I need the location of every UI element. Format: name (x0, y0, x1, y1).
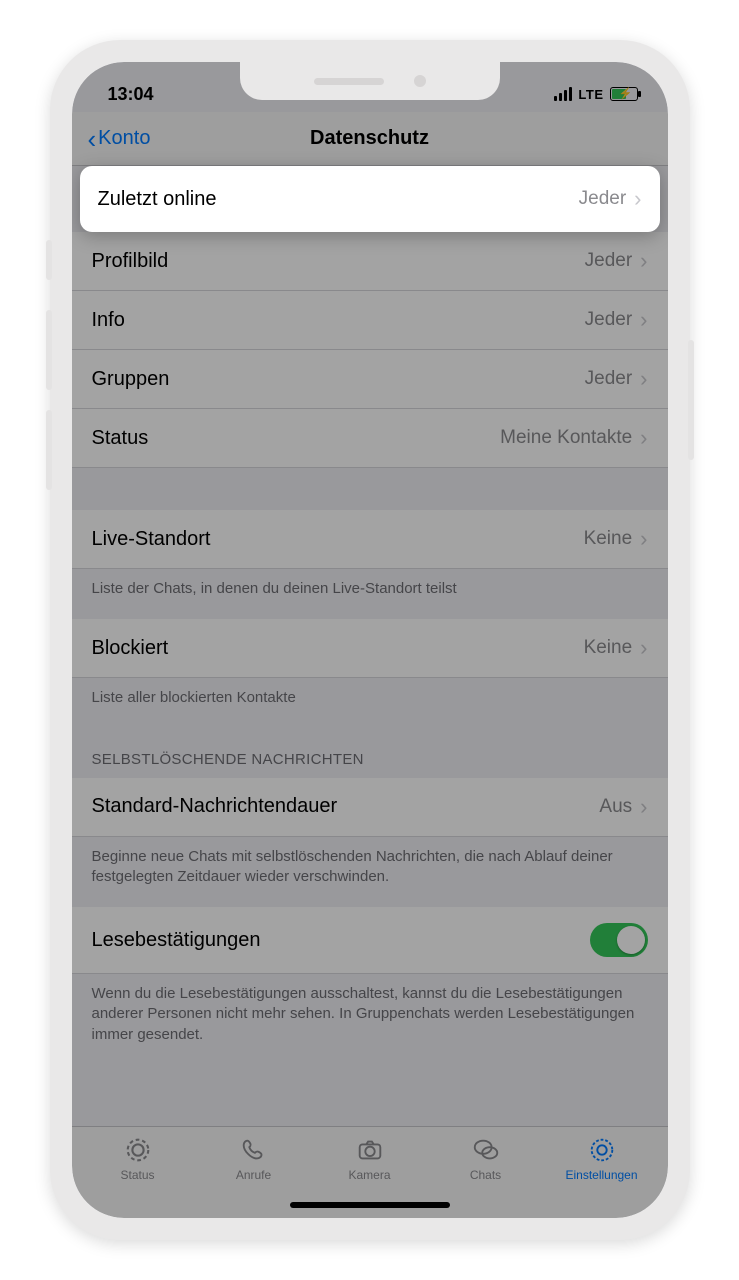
chevron-right-icon: › (640, 425, 647, 451)
row-label: Standard-Nachrichtendauer (92, 795, 338, 818)
battery-icon: ⚡ (610, 87, 638, 101)
row-value: Keine (584, 528, 633, 550)
row-info[interactable]: Info Jeder › (72, 291, 668, 350)
row-blocked[interactable]: Blockiert Keine › (72, 619, 668, 678)
tab-label: Chats (470, 1168, 501, 1182)
read-receipts-toggle[interactable] (590, 923, 648, 957)
tab-label: Status (120, 1168, 154, 1182)
screen: 13:04 LTE ⚡ ‹ Konto Datenschutz Zul (72, 62, 668, 1218)
tab-label: Anrufe (236, 1168, 271, 1182)
row-label: Blockiert (92, 637, 169, 660)
row-value: Jeder (579, 188, 627, 210)
tab-label: Kamera (348, 1168, 390, 1182)
row-groups[interactable]: Gruppen Jeder › (72, 350, 668, 409)
volume-down-button (46, 410, 52, 490)
row-label: Lesebestätigungen (92, 929, 261, 952)
row-label: Gruppen (92, 368, 170, 391)
nav-bar: ‹ Konto Datenschutz (72, 112, 668, 166)
chevron-right-icon: › (640, 635, 647, 661)
chevron-right-icon: › (634, 186, 641, 212)
chevron-right-icon: › (640, 307, 647, 333)
chat-bubbles-icon (471, 1135, 501, 1165)
page-title: Datenschutz (72, 127, 668, 150)
row-status[interactable]: Status Meine Kontakte › (72, 409, 668, 468)
row-label: Zuletzt online (98, 188, 217, 211)
speaker-grille (314, 78, 384, 85)
phone-frame: 13:04 LTE ⚡ ‹ Konto Datenschutz Zul (50, 40, 690, 1240)
power-button (688, 340, 694, 460)
tab-camera[interactable]: Kamera (312, 1135, 428, 1182)
mute-switch (46, 240, 52, 280)
row-label: Info (92, 309, 125, 332)
live-location-footer: Liste der Chats, in denen du deinen Live… (72, 569, 668, 619)
row-value: Jeder (585, 309, 633, 331)
tab-calls[interactable]: Anrufe (196, 1135, 312, 1182)
settings-content: Zuletzt online Jeder › Profilbild Jeder ›… (72, 166, 668, 1065)
row-value: Meine Kontakte (500, 427, 632, 449)
row-default-message-timer[interactable]: Standard-Nachrichtendauer Aus › (72, 778, 668, 837)
chevron-right-icon: › (640, 794, 647, 820)
row-label: Profilbild (92, 250, 169, 273)
row-value: Aus (599, 796, 632, 818)
network-label: LTE (578, 87, 603, 102)
row-value: Jeder (585, 250, 633, 272)
read-receipts-footer: Wenn du die Lesebestätigungen ausschalte… (72, 974, 668, 1065)
row-value: Jeder (585, 368, 633, 390)
row-live-location[interactable]: Live-Standort Keine › (72, 510, 668, 569)
volume-up-button (46, 310, 52, 390)
status-ring-icon (123, 1135, 153, 1165)
gear-icon (587, 1135, 617, 1165)
chevron-right-icon: › (640, 248, 647, 274)
message-timer-footer: Beginne neue Chats mit selbstlöschenden … (72, 837, 668, 908)
cellular-signal-icon (554, 87, 572, 101)
blocked-footer: Liste aller blockierten Kontakte (72, 678, 668, 728)
section-header-disappearing: SELBSTLÖSCHENDE NACHRICHTEN (72, 729, 668, 778)
row-value: Keine (584, 637, 633, 659)
row-last-seen[interactable]: Zuletzt online Jeder › (80, 166, 660, 232)
chevron-right-icon: › (640, 526, 647, 552)
back-label: Konto (98, 127, 150, 150)
tab-status[interactable]: Status (80, 1135, 196, 1182)
home-indicator[interactable] (290, 1202, 450, 1208)
status-time: 13:04 (108, 84, 154, 105)
notch (240, 62, 500, 100)
chevron-right-icon: › (640, 366, 647, 392)
row-read-receipts: Lesebestätigungen (72, 907, 668, 974)
tab-label: Einstellungen (565, 1168, 637, 1182)
back-button[interactable]: ‹ Konto (88, 126, 151, 152)
camera-icon (355, 1135, 385, 1165)
row-label: Live-Standort (92, 528, 211, 551)
chevron-left-icon: ‹ (88, 126, 97, 152)
tab-settings[interactable]: Einstellungen (544, 1135, 660, 1182)
row-profile-photo[interactable]: Profilbild Jeder › (72, 232, 668, 291)
phone-icon (239, 1135, 269, 1165)
tab-chats[interactable]: Chats (428, 1135, 544, 1182)
row-label: Status (92, 427, 149, 450)
front-camera (414, 75, 426, 87)
